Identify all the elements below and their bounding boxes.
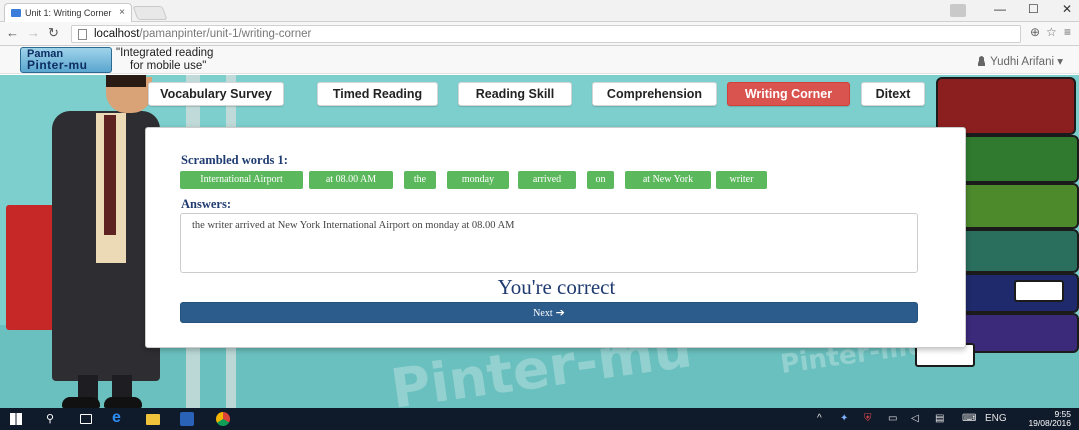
language-indicator[interactable]: ENG [985, 413, 1007, 424]
word-chip[interactable]: arrived [518, 171, 576, 189]
word-chip[interactable]: at New York [625, 171, 711, 189]
next-button-label: Next [533, 308, 553, 319]
new-tab-button[interactable] [132, 6, 168, 20]
result-message: You're correct [497, 275, 616, 299]
battery-icon[interactable]: ▭ [888, 413, 897, 424]
word-chip[interactable]: International Airport [180, 171, 303, 189]
person-shoe [62, 397, 100, 408]
bookmark-star-icon[interactable]: ☆ [1046, 25, 1057, 39]
word-chip[interactable]: at 08.00 AM [309, 171, 393, 189]
tagline-line1: "Integrated reading [116, 47, 214, 59]
file-explorer-icon[interactable] [146, 414, 160, 425]
keyboard-icon[interactable]: ⌨ [962, 413, 976, 424]
word-chip[interactable]: writer [716, 171, 767, 189]
maximize-button[interactable]: ☐ [1028, 2, 1039, 16]
clock-date: 19/08/2016 [1028, 418, 1071, 428]
tray-shield-icon[interactable]: ⛨ [864, 413, 872, 424]
book-illustration [950, 135, 1079, 183]
browser-tab[interactable]: Unit 1: Writing Corner × [4, 3, 132, 22]
edge-browser-icon[interactable]: e [112, 409, 126, 426]
tab-ditext[interactable]: Ditext [861, 82, 925, 106]
forward-arrow-icon[interactable]: → [27, 25, 40, 40]
section-tabs: Vocabulary Survey Timed Reading Reading … [0, 82, 1079, 108]
tab-title: Unit 1: Writing Corner [25, 8, 112, 18]
tab-timed-reading[interactable]: Timed Reading [317, 82, 438, 106]
task-view-icon[interactable] [80, 414, 92, 424]
store-app-icon[interactable] [180, 412, 194, 426]
menu-icon[interactable]: ≡ [1064, 25, 1071, 39]
red-folder-illustration [6, 205, 54, 330]
page-icon [78, 29, 87, 40]
word-chip[interactable]: monday [447, 171, 509, 189]
next-button[interactable]: Next ➔ [180, 302, 918, 323]
arrow-right-icon: ➔ [555, 306, 565, 319]
tagline-line2: for mobile use" [130, 60, 207, 72]
person-tie [104, 115, 116, 235]
user-icon [977, 56, 987, 66]
app-tagline: "Integrated reading for mobile use" [116, 47, 256, 73]
page-favicon-icon [11, 9, 21, 17]
url-path: /pamanpinter/unit-1/writing-corner [139, 28, 312, 40]
scrambled-words-label: Scrambled words 1: [181, 153, 288, 167]
user-menu[interactable]: Yudhi Arifani ▾ [977, 54, 1063, 68]
profile-icon[interactable] [950, 4, 966, 17]
app-logo[interactable]: Paman Pinter-mu [20, 47, 112, 73]
tab-vocabulary-survey[interactable]: Vocabulary Survey [148, 82, 284, 106]
close-window-button[interactable]: ✕ [1062, 2, 1072, 16]
word-chip[interactable]: on [587, 171, 614, 189]
user-name: Yudhi Arifani [990, 56, 1055, 68]
zoom-icon[interactable]: ⊕ [1030, 25, 1040, 39]
tab-writing-corner[interactable]: Writing Corner [727, 82, 850, 106]
logo-line2: Pinter-mu [27, 58, 88, 72]
browser-tab-bar: Unit 1: Writing Corner × — ☐ ✕ [0, 0, 1079, 22]
chevron-down-icon: ▾ [1057, 56, 1063, 68]
exercise-panel: Scrambled words 1: International Airport… [145, 127, 966, 348]
book-illustration [955, 229, 1079, 273]
minimize-button[interactable]: — [994, 2, 1006, 16]
reload-icon[interactable]: ↻ [48, 25, 59, 41]
tab-close-button[interactable]: × [119, 7, 125, 18]
tray-app-icon[interactable]: ✦ [840, 413, 848, 424]
tab-reading-skill[interactable]: Reading Skill [458, 82, 572, 106]
person-shoe [104, 397, 142, 408]
url-host: localhost [94, 28, 140, 40]
answers-label: Answers: [181, 197, 231, 211]
tab-comprehension[interactable]: Comprehension [592, 82, 717, 106]
os-taskbar: ⚲ e ^ ✦ ⛨ ▭ ◁ ▤ ⌨ ENG 9:55 19/08/2016 [0, 408, 1079, 430]
word-chip[interactable]: the [404, 171, 436, 189]
chrome-browser-icon[interactable] [216, 412, 230, 426]
url-input[interactable]: localhost/pamanpinter/unit-1/writing-cor… [71, 25, 1021, 43]
back-arrow-icon[interactable]: ← [6, 25, 19, 40]
app-header: Paman Pinter-mu "Integrated reading for … [0, 46, 1079, 74]
speaker-icon[interactable]: ◁ [911, 413, 919, 424]
address-bar-row: ← → ↻ localhost/pamanpinter/unit-1/writi… [0, 22, 1079, 46]
tray-chevron-up-icon[interactable]: ^ [817, 413, 822, 424]
windows-start-icon[interactable] [10, 413, 22, 425]
search-icon[interactable]: ⚲ [46, 412, 60, 426]
taskbar-clock[interactable]: 9:55 19/08/2016 [1028, 410, 1071, 428]
book-page-illustration [1014, 280, 1064, 302]
notification-icon[interactable]: ▤ [935, 413, 944, 424]
answer-textarea[interactable]: the writer arrived at New York Internati… [180, 213, 918, 273]
